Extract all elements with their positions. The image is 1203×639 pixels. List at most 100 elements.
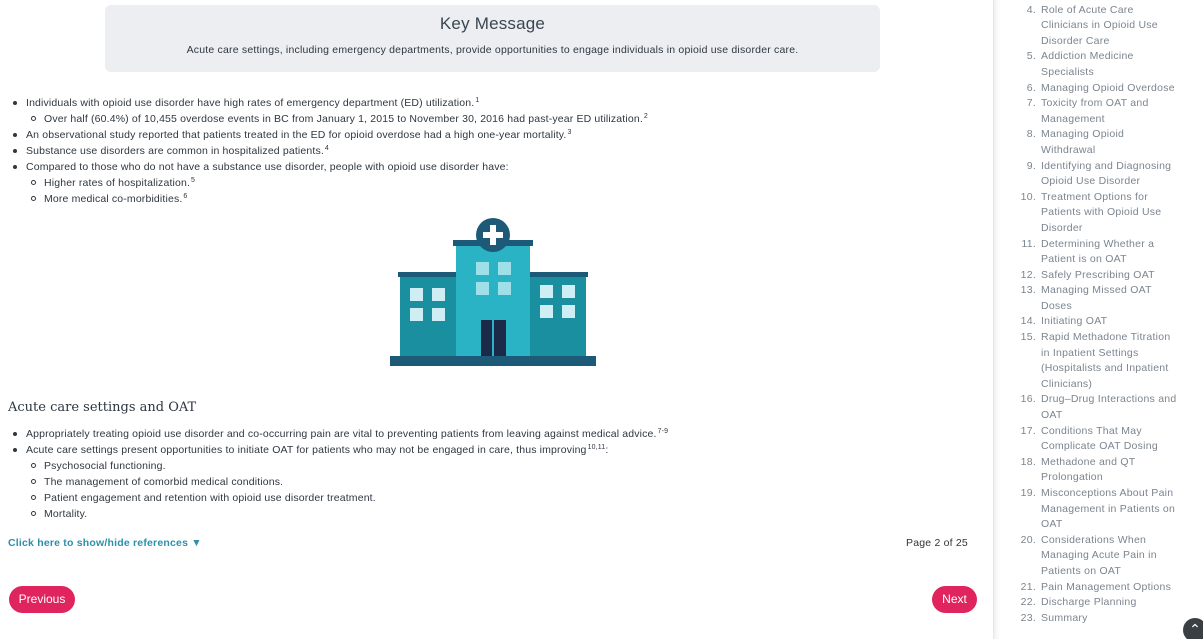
toc-item-label: Management in Patients on <box>1041 502 1176 515</box>
toc-item-number: 17. <box>1020 424 1036 437</box>
page-indicator: Page 2 of 25 <box>906 537 968 549</box>
toc-item-label: Treatment Options for <box>1041 190 1148 203</box>
reference-number[interactable]: 5 <box>191 177 195 184</box>
bullet-text: More medical co-morbidities. <box>44 193 183 205</box>
bullet-text: Compared to those who do not have a subs… <box>26 161 509 173</box>
toc-item-number: 9. <box>1026 159 1036 172</box>
hospital-illustration <box>390 218 596 366</box>
toc-item-label: OAT <box>1041 409 1063 422</box>
bullet-item: Over half (60.4%) of 10,455 overdose eve… <box>30 111 972 127</box>
section-heading: Acute care settings and OAT <box>8 400 197 415</box>
bullet-item: Mortality. <box>30 506 972 522</box>
bullet-item: An observational study reported that pat… <box>12 127 972 143</box>
toc-item[interactable]: 15. Rapid Methadone Titration in Inpatient… <box>994 330 1194 392</box>
toc-item-label: Misconceptions About Pain <box>1041 487 1174 499</box>
toc-item-label: Disorder <box>1041 221 1083 234</box>
toc-item-number: 23. <box>1020 611 1036 624</box>
bullet-item: The management of comorbid medical condi… <box>30 474 972 490</box>
bullet-item: More medical co-morbidities.6 <box>30 191 972 207</box>
toc-item-label: Managing Acute Pain in <box>1041 549 1157 562</box>
reference-number[interactable]: 1 <box>475 97 479 104</box>
toc-item[interactable]: 5. Addiction Medicine Specialists <box>994 49 1194 80</box>
toc-item[interactable]: 12. Safely Prescribing OAT <box>994 268 1194 284</box>
key-message-title: Key Message <box>439 14 546 33</box>
previous-button[interactable]: Previous <box>9 586 75 613</box>
toc-item[interactable]: 14. Initiating OAT <box>994 314 1194 330</box>
toc-item-number: 22. <box>1020 596 1036 609</box>
toc-item-label: Specialists <box>1041 65 1094 78</box>
toc-item[interactable]: 10. Treatment Options for Patients with Op… <box>994 190 1194 237</box>
toc-item-number: 11. <box>1021 237 1036 250</box>
toc-item-label: Pain Management Options <box>1041 580 1172 593</box>
bullet-item: Appropriately treating opioid use disord… <box>12 426 972 442</box>
next-button[interactable]: Next <box>932 586 977 613</box>
toc-item[interactable]: 20. Considerations When Managing Acute Pai… <box>994 533 1194 580</box>
bullet-text: Acute care settings present opportunitie… <box>26 444 587 456</box>
bullet-item: Patient engagement and retention with op… <box>30 490 972 506</box>
bullet-text: Substance use disorders are common in ho… <box>26 145 324 157</box>
toc-item[interactable]: 21. Pain Management Options <box>994 580 1194 596</box>
toc-item-number: 21. <box>1020 580 1036 593</box>
toc-item-label: Determining Whether a <box>1041 237 1155 250</box>
toc-item[interactable]: 16. Drug–Drug Interactions and OAT <box>994 392 1194 423</box>
toc-item-label: Managing Opioid <box>1041 128 1125 141</box>
chevron-up-icon: ⌃ <box>1189 621 1201 637</box>
toc-item-label: Withdrawal <box>1041 143 1096 156</box>
toc-item[interactable]: 4. Role of Acute Care Clinicians in Opioid… <box>994 3 1194 50</box>
bullet-item: Psychosocial functioning. <box>30 458 972 474</box>
bullet-list-intro: Individuals with opioid use disorder hav… <box>12 95 972 207</box>
toc-item-label: Doses <box>1041 299 1073 312</box>
table-of-contents-sidebar[interactable]: Stigmatization4.Role of Acute CareClinic… <box>993 0 1203 639</box>
toc-item-number: 4. <box>1026 3 1036 16</box>
reference-number[interactable]: 4 <box>325 145 329 152</box>
bullet-text: Higher rates of hospitalization. <box>44 177 191 189</box>
toc-item-number: 16. <box>1020 393 1036 406</box>
toc-item-label: Clinicians in Opioid Use <box>1041 19 1158 32</box>
bullet-text: An observational study reported that pat… <box>26 129 567 141</box>
bullet-item: Individuals with opioid use disorder hav… <box>12 95 972 111</box>
toggle-references-link[interactable]: Click here to show/hide references ▼ <box>8 537 202 549</box>
toc-item[interactable]: 9. Identifying and Diagnosing Opioid Use D… <box>994 159 1194 190</box>
toc-item[interactable]: 13. Managing Missed OAT Doses <box>994 283 1194 314</box>
reference-number[interactable]: 7-9 <box>658 428 669 435</box>
toc-item-number: 7. <box>1026 97 1036 110</box>
toc-item[interactable]: 23. Summary <box>994 611 1194 627</box>
key-message-text: Acute care settings, including emergency… <box>186 44 799 56</box>
toc-item[interactable]: 6. Managing Opioid Overdose <box>994 81 1194 97</box>
toc-item[interactable]: 7. Toxicity from OAT and Management <box>994 96 1194 127</box>
toc-item-label: Patient is on OAT <box>1041 253 1127 266</box>
bullet-text: Over half (60.4%) of 10,455 overdose eve… <box>44 113 643 125</box>
reference-number[interactable]: 6 <box>183 193 187 200</box>
toc-item[interactable]: 8. Managing Opioid Withdrawal <box>994 127 1194 158</box>
toc-item-label: Considerations When <box>1041 533 1147 546</box>
toc-item-number: 12. <box>1020 268 1036 281</box>
bullet-item: Higher rates of hospitalization.5 <box>30 175 972 191</box>
reference-number[interactable]: 3 <box>567 129 571 136</box>
bullet-item: Acute care settings present opportunitie… <box>12 442 972 458</box>
toc-item[interactable]: 22. Discharge Planning <box>994 595 1194 611</box>
toc-item-label: Managing Missed OAT <box>1041 284 1152 297</box>
toc-item-label: Drug–Drug Interactions and <box>1041 393 1177 406</box>
toc-item-label: Identifying and Diagnosing <box>1041 159 1172 172</box>
toc-item[interactable]: 17. Conditions That May Complicate OAT Dos… <box>994 424 1194 455</box>
toc-item-number: 13. <box>1020 284 1036 297</box>
reference-number[interactable]: 2 <box>644 113 648 120</box>
toc-item-label: Opioid Use Disorder <box>1041 175 1141 188</box>
scroll-to-top-button[interactable]: ⌃ <box>1183 618 1203 639</box>
reference-number[interactable]: 10,11 <box>588 444 606 451</box>
toc-item[interactable]: 19. Misconceptions About Pain Management i… <box>994 486 1194 533</box>
toc-item[interactable]: 11. Determining Whether a Patient is on OA… <box>994 237 1194 268</box>
bullet-list-oat: Appropriately treating opioid use disord… <box>12 426 972 522</box>
toc-item-number: 6. <box>1026 81 1036 94</box>
toc-item-label: (Hospitalists and Inpatient <box>1041 362 1169 375</box>
toc-item[interactable]: 18. Methadone and QT Prolongation <box>994 455 1194 486</box>
bullet-text: Appropriately treating opioid use disord… <box>26 428 657 440</box>
bullet-suffix: : <box>605 444 609 456</box>
toc-item-label: Summary <box>1041 611 1088 624</box>
toc-item-label: Managing Opioid Overdose <box>1041 81 1175 94</box>
toc-item-label: Prolongation <box>1041 471 1103 484</box>
bullet-item: Substance use disorders are common in ho… <box>12 143 972 159</box>
bullet-text: The management of comorbid medical condi… <box>44 476 284 488</box>
bullet-text: Mortality. <box>44 508 88 520</box>
toc-item-label: Conditions That May <box>1041 424 1142 437</box>
